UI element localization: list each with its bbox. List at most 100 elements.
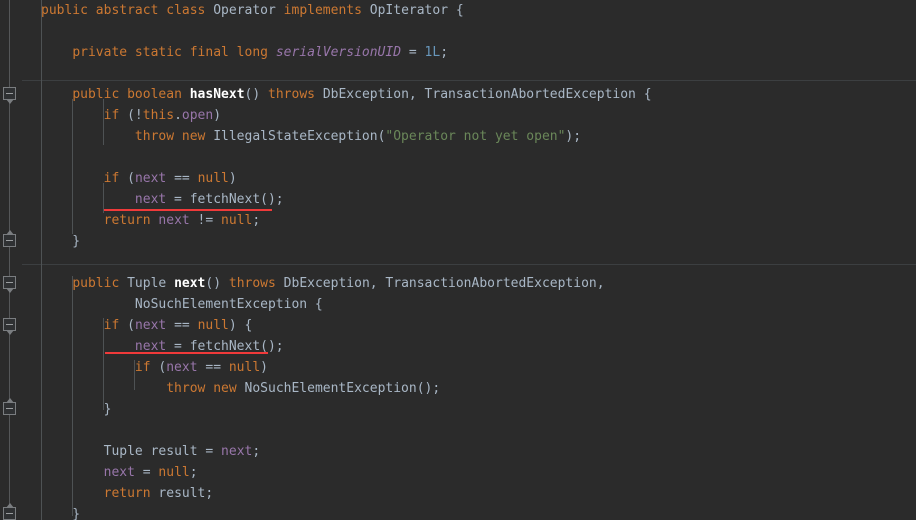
code-token: next bbox=[158, 213, 190, 228]
fold-end-next-if-icon[interactable] bbox=[3, 398, 16, 415]
code-token: == bbox=[166, 318, 198, 333]
code-token: ( bbox=[127, 171, 135, 186]
code-token: return bbox=[103, 486, 159, 501]
code-token: ) bbox=[228, 171, 237, 186]
code-token: DbException, TransactionAbortedException… bbox=[322, 87, 652, 102]
code-token: Operator bbox=[213, 3, 284, 18]
code-line[interactable]: next = null; bbox=[41, 462, 198, 483]
code-line[interactable]: return result; bbox=[41, 483, 214, 504]
fold-end-next-icon[interactable] bbox=[3, 503, 16, 520]
code-line[interactable]: } bbox=[41, 231, 80, 252]
code-token: "Operator not yet open" bbox=[385, 129, 566, 144]
code-token: private static final long bbox=[72, 45, 276, 60]
code-line[interactable]: if (!this.open) bbox=[41, 105, 221, 126]
code-token: null bbox=[228, 360, 261, 375]
code-token: class bbox=[166, 3, 214, 18]
code-token: NoSuchElementException { bbox=[134, 297, 323, 312]
code-token: next bbox=[221, 444, 253, 459]
code-token: if bbox=[134, 360, 159, 375]
fold-start-next-if-icon[interactable] bbox=[3, 318, 16, 335]
code-line[interactable]: } bbox=[41, 399, 112, 420]
code-token: next bbox=[174, 276, 206, 291]
code-token: == bbox=[166, 171, 198, 186]
code-token: () bbox=[244, 87, 269, 102]
code-token: } bbox=[41, 234, 81, 249]
code-token: public bbox=[72, 276, 128, 291]
code-token: serialVersionUID bbox=[275, 45, 402, 60]
fold-start-hasnext-icon[interactable] bbox=[3, 87, 16, 104]
code-line[interactable]: Tuple result = next; bbox=[41, 441, 261, 462]
red-underline-hasnext-fetchnext bbox=[104, 209, 272, 211]
code-token: return bbox=[103, 213, 159, 228]
code-line[interactable]: if (next == null) bbox=[41, 168, 237, 189]
fold-end-hasnext-icon[interactable] bbox=[3, 230, 16, 247]
code-token: next bbox=[134, 318, 167, 333]
code-token: ; bbox=[252, 213, 261, 228]
code-line[interactable]: } bbox=[41, 504, 80, 520]
code-token: ) { bbox=[228, 318, 253, 333]
code-token: public bbox=[41, 3, 96, 18]
fold-track-line bbox=[9, 0, 10, 520]
code-line[interactable]: if (next == null) { bbox=[41, 315, 253, 336]
code-token: null bbox=[197, 171, 229, 186]
code-token: ; bbox=[252, 444, 261, 459]
code-token: ); bbox=[565, 129, 582, 144]
code-line[interactable]: public Tuple next() throws DbException, … bbox=[41, 273, 605, 294]
code-text-surface[interactable]: public abstract class Operator implement… bbox=[0, 0, 916, 520]
code-editor[interactable]: public abstract class Operator implement… bbox=[0, 0, 916, 520]
code-token: OpIterator { bbox=[369, 3, 464, 18]
code-token: this bbox=[142, 108, 175, 123]
code-token: throws bbox=[268, 87, 323, 102]
code-line[interactable]: return next != null; bbox=[41, 210, 261, 231]
code-token: } bbox=[41, 402, 112, 417]
code-token: boolean bbox=[127, 87, 190, 102]
method-separator bbox=[22, 264, 916, 265]
code-token: next bbox=[103, 465, 135, 480]
code-token: NoSuchElementException bbox=[244, 381, 417, 396]
code-token: == bbox=[197, 360, 229, 375]
code-token: abstract bbox=[95, 3, 167, 18]
code-line[interactable]: throw new NoSuchElementException(); bbox=[41, 378, 440, 399]
code-line[interactable]: next = fetchNext(); bbox=[41, 189, 284, 210]
code-token: throws bbox=[228, 276, 284, 291]
code-token: if bbox=[103, 318, 128, 333]
code-token: if bbox=[103, 108, 128, 123]
code-token: != bbox=[189, 213, 222, 228]
code-token: implements bbox=[283, 3, 370, 18]
code-token: . bbox=[174, 108, 182, 123]
code-token: = bbox=[134, 465, 159, 480]
code-token: result = bbox=[150, 444, 222, 459]
code-token: () bbox=[205, 276, 229, 291]
code-line[interactable]: private static final long serialVersionU… bbox=[41, 42, 448, 63]
code-token: throw new bbox=[134, 129, 214, 144]
code-line[interactable]: if (next == null) bbox=[41, 357, 268, 378]
code-line[interactable]: NoSuchElementException { bbox=[41, 294, 323, 315]
fold-start-next-icon[interactable] bbox=[3, 276, 16, 293]
code-line[interactable]: public boolean hasNext() throws DbExcept… bbox=[41, 84, 652, 105]
code-token: = bbox=[401, 45, 425, 60]
code-token: IllegalStateException bbox=[213, 129, 378, 144]
code-token: ) bbox=[213, 108, 222, 123]
code-token: public bbox=[72, 87, 128, 102]
code-token: DbException, TransactionAbortedException… bbox=[283, 276, 605, 291]
method-separator bbox=[22, 80, 916, 81]
code-token: = fetchNext(); bbox=[166, 192, 284, 207]
editor-gutter[interactable] bbox=[0, 0, 22, 520]
code-line[interactable]: throw new IllegalStateException("Operato… bbox=[41, 126, 581, 147]
code-line[interactable]: public abstract class Operator implement… bbox=[41, 0, 464, 21]
code-token: } bbox=[41, 507, 81, 520]
code-token: Tuple bbox=[127, 276, 175, 291]
